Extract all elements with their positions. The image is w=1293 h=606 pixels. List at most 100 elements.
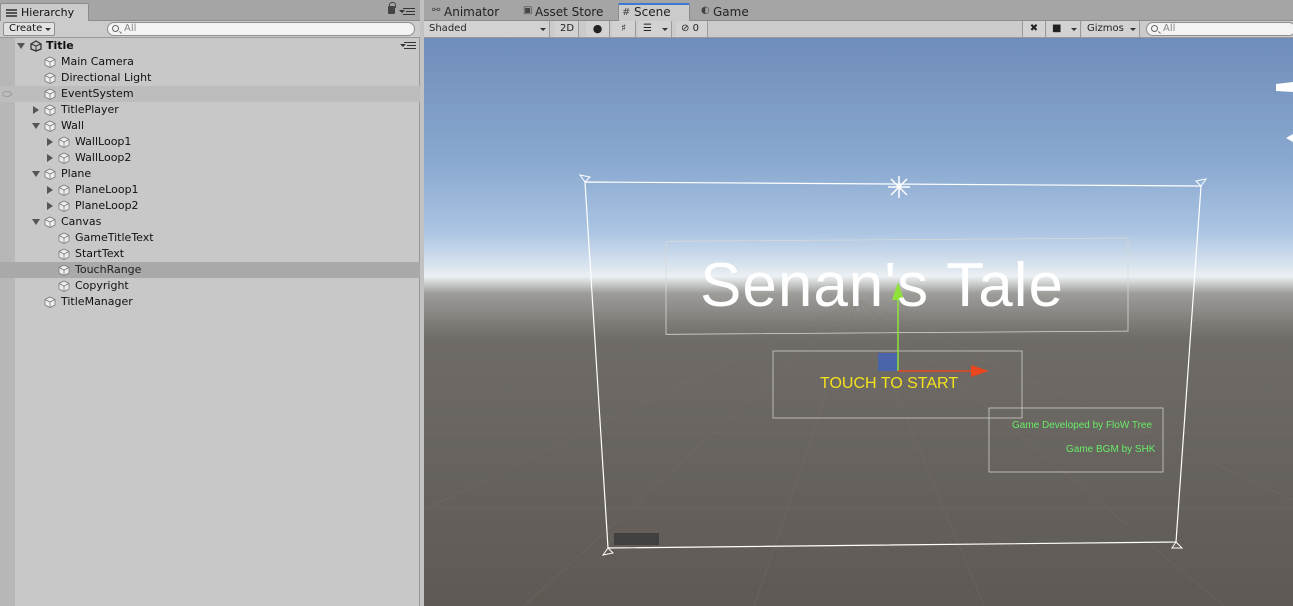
hierarchy-item[interactable]: WallLoop1: [0, 134, 420, 150]
scene-tab-bar: ⚯ Animator ▣ Asset Store # Scene ◐ Game: [424, 0, 1293, 21]
hierarchy-item[interactable]: Main Camera: [0, 54, 420, 70]
scene-search-input[interactable]: All: [1146, 22, 1293, 36]
gameobject-cube-icon: [58, 264, 70, 276]
hierarchy-item[interactable]: GameTitleText: [0, 230, 420, 246]
search-icon: [1151, 25, 1158, 32]
hierarchy-item[interactable]: Wall: [0, 118, 420, 134]
hierarchy-item[interactable]: TitlePlayer: [0, 102, 420, 118]
tab-asset-store[interactable]: ▣ Asset Store: [520, 3, 603, 21]
expand-arrow-down-icon[interactable]: [32, 219, 40, 225]
hierarchy-item-label: PlaneLoop2: [75, 199, 139, 212]
toggle-2d-label: 2D: [560, 23, 575, 34]
hierarchy-item-label: TitleManager: [61, 295, 133, 308]
hierarchy-item[interactable]: Plane: [0, 166, 420, 182]
hidden-objects-toggle[interactable]: ⊘ 0: [676, 21, 708, 37]
hierarchy-item[interactable]: Copyright: [0, 278, 420, 294]
hierarchy-item-label: EventSystem: [61, 87, 134, 100]
hierarchy-item[interactable]: TouchRange: [0, 262, 420, 278]
hierarchy-item-label: WallLoop2: [75, 151, 132, 164]
tab-game-label: Game: [713, 5, 749, 19]
hierarchy-item-label: Canvas: [61, 215, 102, 228]
light-gizmo: [888, 176, 910, 198]
gameobject-cube-icon: [58, 184, 70, 196]
hierarchy-item-label: PlaneLoop1: [75, 183, 139, 196]
hierarchy-search-input[interactable]: All: [107, 22, 415, 36]
gameobject-cube-icon: [44, 88, 56, 100]
hierarchy-item[interactable]: TitleManager: [0, 294, 420, 310]
gameobject-cube-icon: [44, 104, 56, 116]
effects-dropdown[interactable]: ☰: [638, 21, 672, 37]
expand-arrow-down-icon[interactable]: [32, 123, 40, 129]
gameobject-cube-icon: [58, 280, 70, 292]
expand-arrow-right-icon[interactable]: [47, 186, 53, 194]
hierarchy-item-label: TouchRange: [75, 263, 142, 276]
expand-arrow-down-icon[interactable]: [32, 171, 40, 177]
unity-scene-icon: [30, 40, 42, 52]
shading-mode-label: Shaded: [429, 23, 467, 34]
tab-animator-label: Animator: [444, 5, 500, 19]
hierarchy-tree: Title Main Camera Directional Light EventS…: [0, 38, 420, 310]
gameobject-cube-icon: [58, 152, 70, 164]
hierarchy-item[interactable]: WallLoop2: [0, 150, 420, 166]
scene-row-title[interactable]: Title: [0, 38, 420, 54]
hierarchy-item[interactable]: EventSystem: [0, 86, 420, 102]
gizmos-dropdown[interactable]: Gizmos: [1082, 21, 1140, 37]
scene-overlay: [424, 82, 1293, 606]
gizmos-label: Gizmos: [1087, 23, 1124, 34]
tab-hierarchy[interactable]: Hierarchy: [0, 3, 89, 21]
grid-icon: #: [622, 7, 631, 18]
create-button-label: Create: [9, 23, 43, 34]
camera-dropdown[interactable]: ■: [1047, 21, 1081, 37]
hidden-eye-icon: ⊘: [681, 23, 690, 34]
tab-hierarchy-label: Hierarchy: [21, 6, 75, 19]
shading-mode-dropdown[interactable]: Shaded: [424, 21, 550, 37]
hierarchy-item[interactable]: PlaneLoop2: [0, 198, 420, 214]
create-button[interactable]: Create: [3, 22, 55, 36]
light-bulb-icon: ●: [592, 22, 603, 35]
camera-icon: ■: [1052, 23, 1062, 34]
hierarchy-item[interactable]: Directional Light: [0, 70, 420, 86]
hierarchy-item-label: Directional Light: [61, 71, 152, 84]
toggle-2d-button[interactable]: 2D: [555, 21, 579, 37]
hierarchy-item-label: Plane: [61, 167, 92, 180]
gameobject-cube-icon: [44, 168, 56, 180]
hierarchy-panel: Hierarchy Create All Title Main Camera Di…: [0, 0, 420, 606]
gameobject-cube-icon: [44, 72, 56, 84]
expand-arrow-right-icon[interactable]: [33, 106, 39, 114]
scene-menu-icon[interactable]: [400, 42, 416, 49]
hierarchy-item-label: TitlePlayer: [61, 103, 119, 116]
tab-game[interactable]: ◐ Game: [698, 3, 749, 21]
tools-icon: ✖: [1029, 23, 1039, 34]
hierarchy-item[interactable]: StartText: [0, 246, 420, 262]
scene-viewport[interactable]: Senan's Tale TOUCH TO START Game Develop…: [424, 38, 1293, 606]
start-text: TOUCH TO START: [820, 375, 959, 392]
speaker-icon: ♯: [621, 23, 626, 34]
hierarchy-item[interactable]: Canvas: [0, 214, 420, 230]
tab-asset-store-label: Asset Store: [535, 5, 604, 19]
audio-toggle[interactable]: ♯: [612, 21, 636, 37]
lock-icon[interactable]: [388, 2, 396, 14]
hierarchy-item-label: Copyright: [75, 279, 129, 292]
tab-scene-label: Scene: [634, 5, 671, 19]
animator-icon: ⚯: [432, 5, 441, 16]
tools-toggle[interactable]: ✖: [1022, 21, 1046, 37]
gameobject-cube-icon: [44, 216, 56, 228]
tab-scene[interactable]: # Scene: [618, 3, 690, 21]
expand-arrow-icon[interactable]: [17, 43, 25, 49]
lighting-toggle[interactable]: ●: [586, 21, 610, 37]
panel-menu-icon[interactable]: [399, 8, 415, 15]
copyright-line-1: Game Developed by FloW Tree: [1012, 420, 1153, 431]
tab-animator[interactable]: ⚯ Animator: [429, 3, 499, 21]
hierarchy-search-placeholder: All: [124, 23, 137, 34]
search-icon: [112, 25, 119, 32]
gameobject-cube-icon: [58, 136, 70, 148]
hidden-count: 0: [692, 23, 699, 34]
scene-panel: ⚯ Animator ▣ Asset Store # Scene ◐ Game …: [424, 0, 1293, 606]
visibility-eye-icon[interactable]: [2, 91, 12, 97]
hierarchy-item[interactable]: PlaneLoop1: [0, 182, 420, 198]
hierarchy-item-label: Wall: [61, 119, 85, 132]
gameobject-cube-icon: [58, 200, 70, 212]
expand-arrow-right-icon[interactable]: [47, 138, 53, 146]
expand-arrow-right-icon[interactable]: [47, 202, 53, 210]
expand-arrow-right-icon[interactable]: [47, 154, 53, 162]
